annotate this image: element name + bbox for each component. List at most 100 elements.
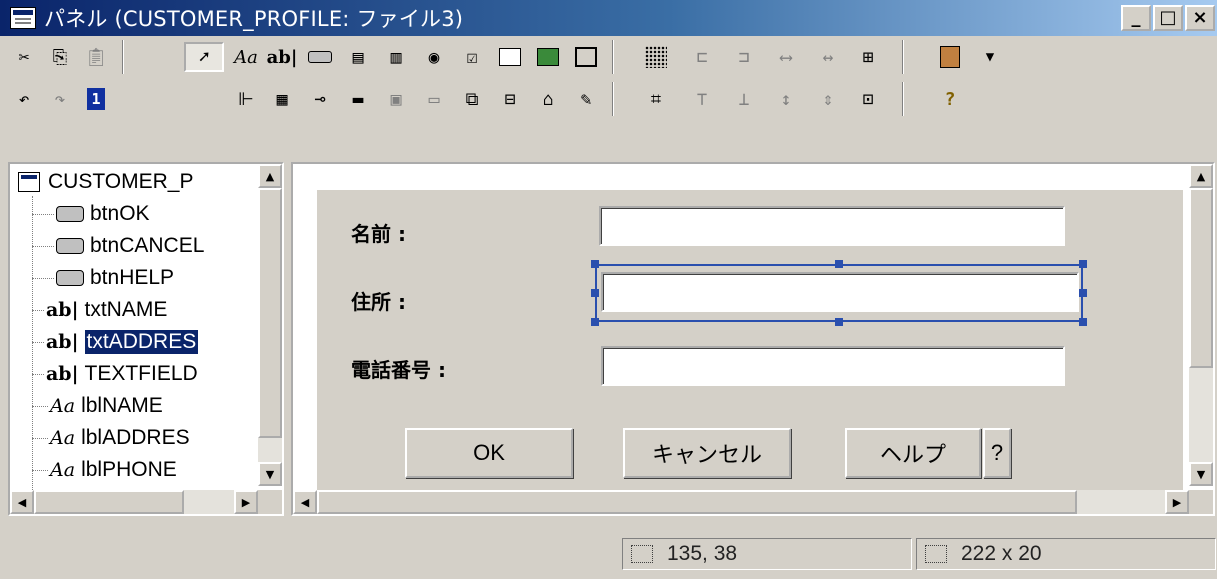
radio-tool-icon[interactable]: ◉ bbox=[418, 42, 450, 72]
phone-field[interactable] bbox=[601, 346, 1065, 386]
tree-item-lbladdress[interactable]: Aa lblADDRES bbox=[10, 422, 190, 454]
name-field[interactable] bbox=[599, 206, 1065, 246]
same-height-icon[interactable]: ↕ bbox=[770, 84, 802, 114]
tree-root[interactable]: CUSTOMER_P bbox=[10, 166, 193, 198]
resize-icon[interactable]: ⌗ bbox=[640, 84, 672, 114]
label-tool-icon[interactable]: Aa bbox=[230, 42, 262, 72]
design-horizontal-scrollbar[interactable]: ◀ ▶ bbox=[293, 490, 1189, 514]
progress-icon[interactable]: ▬ bbox=[342, 84, 374, 114]
tree-item-txtname[interactable]: ab| txtNAME bbox=[10, 294, 167, 326]
edit-icon[interactable]: ✎ bbox=[570, 84, 602, 114]
resize-handle[interactable] bbox=[591, 260, 599, 268]
resize-handle[interactable] bbox=[591, 289, 599, 297]
design-vertical-scroll-thumb[interactable] bbox=[1189, 188, 1213, 368]
tree-item-btnok[interactable]: btnOK bbox=[10, 198, 150, 230]
question-button[interactable]: ? bbox=[983, 428, 1011, 478]
minimize-button[interactable]: _ bbox=[1121, 5, 1151, 31]
tree-connector bbox=[32, 437, 48, 439]
resize-handle[interactable] bbox=[1079, 260, 1087, 268]
tree-item-lblname[interactable]: Aa lblNAME bbox=[10, 390, 163, 422]
image-tool-icon[interactable] bbox=[532, 42, 564, 72]
scroll-right-icon[interactable]: ▶ bbox=[1165, 490, 1189, 514]
help-icon[interactable]: ? bbox=[934, 84, 966, 114]
resize-handle[interactable] bbox=[835, 260, 843, 268]
button-tool-icon[interactable] bbox=[304, 42, 336, 72]
center-horizontal-icon[interactable]: ⊞ bbox=[852, 42, 884, 72]
scroll-corner bbox=[258, 490, 282, 514]
scissors-icon[interactable]: ✂ bbox=[8, 42, 40, 72]
scroll-down-icon[interactable]: ▼ bbox=[258, 462, 282, 486]
tree-item-lblphone[interactable]: Aa lblPHONE bbox=[10, 454, 177, 486]
spacing-icon[interactable]: ↔ bbox=[812, 42, 844, 72]
resize-handle[interactable] bbox=[1079, 318, 1087, 326]
close-button[interactable]: × bbox=[1185, 5, 1215, 31]
pointer-icon[interactable]: ➚ bbox=[184, 42, 224, 72]
vertical-spacing-icon[interactable]: ⇕ bbox=[812, 84, 844, 114]
status-bar: 135, 38 222 x 20 bbox=[0, 528, 1217, 579]
tree-item-textfield[interactable]: ab| TEXTFIELD bbox=[10, 358, 198, 390]
scroll-down-icon[interactable]: ▼ bbox=[1189, 462, 1213, 486]
design-horizontal-scroll-thumb[interactable] bbox=[317, 490, 1077, 514]
address-label[interactable]: 住所 : bbox=[351, 286, 406, 315]
textfield-icon: ab| bbox=[46, 363, 79, 385]
design-canvas[interactable]: 名前 : 住所 : 電話番号 : OK キャンセル ヘルプ ? ▲ ▼ ◀ ▶ bbox=[291, 162, 1215, 516]
title-bar: パネル (CUSTOMER_PROFILE: ファイル3) _ □ × bbox=[0, 0, 1217, 36]
tree-horizontal-scrollbar[interactable]: ◀ ▶ bbox=[10, 490, 258, 514]
button-icon bbox=[56, 238, 84, 254]
textarea-icon[interactable]: ▣ bbox=[380, 84, 412, 114]
label-icon: Aa bbox=[50, 459, 76, 481]
undo-icon[interactable]: ↶ bbox=[8, 84, 40, 114]
slider-icon[interactable]: ⊸ bbox=[304, 84, 336, 114]
table-icon[interactable]: ▦ bbox=[266, 84, 298, 114]
center-vertical-icon[interactable]: ⊡ bbox=[852, 84, 884, 114]
listbox-tool-icon[interactable]: ▤ bbox=[342, 42, 374, 72]
tree-item-btncancel[interactable]: btnCANCEL bbox=[10, 230, 204, 262]
align-top-icon[interactable]: ⊤ bbox=[686, 84, 718, 114]
resize-handle[interactable] bbox=[835, 318, 843, 326]
resize-handle[interactable] bbox=[1079, 289, 1087, 297]
spinner-tool-icon[interactable] bbox=[494, 42, 526, 72]
tree-vertical-scroll-thumb[interactable] bbox=[258, 188, 282, 438]
component-tree[interactable]: CUSTOMER_P btnOK btnCANCEL btnHELP ab| t… bbox=[8, 162, 284, 516]
tab-tool-icon[interactable]: ⌂ bbox=[532, 84, 564, 114]
scrollbar-icon[interactable]: ▭ bbox=[418, 84, 450, 114]
design-vertical-scrollbar[interactable]: ▲ ▼ bbox=[1189, 164, 1213, 486]
resize-handle[interactable] bbox=[591, 318, 599, 326]
textfield-tool-icon[interactable]: ab| bbox=[266, 42, 298, 72]
tree-item-txtaddress[interactable]: ab| txtADDRES bbox=[10, 326, 199, 358]
align-right-icon[interactable]: ⊐ bbox=[728, 42, 760, 72]
form-panel[interactable]: 名前 : 住所 : 電話番号 : OK キャンセル ヘルプ ? bbox=[317, 190, 1183, 492]
redo-icon[interactable]: ↷ bbox=[44, 84, 76, 114]
scroll-left-icon[interactable]: ◀ bbox=[10, 490, 34, 514]
menu-icon[interactable]: ⧉ bbox=[456, 84, 488, 114]
maximize-button[interactable]: □ bbox=[1153, 5, 1183, 31]
align-bottom-icon[interactable]: ⊥ bbox=[728, 84, 760, 114]
ok-button[interactable]: OK bbox=[405, 428, 573, 478]
grid-icon[interactable] bbox=[640, 42, 672, 72]
scroll-up-icon[interactable]: ▲ bbox=[258, 164, 282, 188]
scroll-right-icon[interactable]: ▶ bbox=[234, 490, 258, 514]
tree-vertical-scrollbar[interactable]: ▲ ▼ bbox=[258, 164, 282, 486]
paste-icon[interactable]: 📋︎ bbox=[80, 42, 112, 72]
properties-icon[interactable] bbox=[934, 42, 966, 72]
tree-connector bbox=[32, 373, 44, 375]
status-tool-icon[interactable]: ⊟ bbox=[494, 84, 526, 114]
chart-tool-icon[interactable] bbox=[570, 42, 602, 72]
same-width-icon[interactable]: ⟷ bbox=[770, 42, 802, 72]
tree-icon[interactable]: ⊩ bbox=[230, 84, 262, 114]
scroll-left-icon[interactable]: ◀ bbox=[293, 490, 317, 514]
align-left-icon[interactable]: ⊏ bbox=[686, 42, 718, 72]
tab-order-icon[interactable]: 1 bbox=[80, 84, 112, 114]
scroll-up-icon[interactable]: ▲ bbox=[1189, 164, 1213, 188]
dropdown-arrow-icon[interactable]: ▼ bbox=[978, 42, 1002, 72]
tree-horizontal-scroll-thumb[interactable] bbox=[34, 490, 184, 514]
checkbox-tool-icon[interactable]: ☑ bbox=[456, 42, 488, 72]
button-icon bbox=[56, 206, 84, 222]
name-label[interactable]: 名前 : bbox=[351, 218, 406, 247]
help-button[interactable]: ヘルプ bbox=[845, 428, 981, 478]
copy-icon[interactable]: ⎘ bbox=[44, 42, 76, 72]
combobox-tool-icon[interactable]: ▥ bbox=[380, 42, 412, 72]
cancel-button[interactable]: キャンセル bbox=[623, 428, 791, 478]
phone-label[interactable]: 電話番号 : bbox=[351, 354, 446, 383]
tree-item-btnhelp[interactable]: btnHELP bbox=[10, 262, 174, 294]
